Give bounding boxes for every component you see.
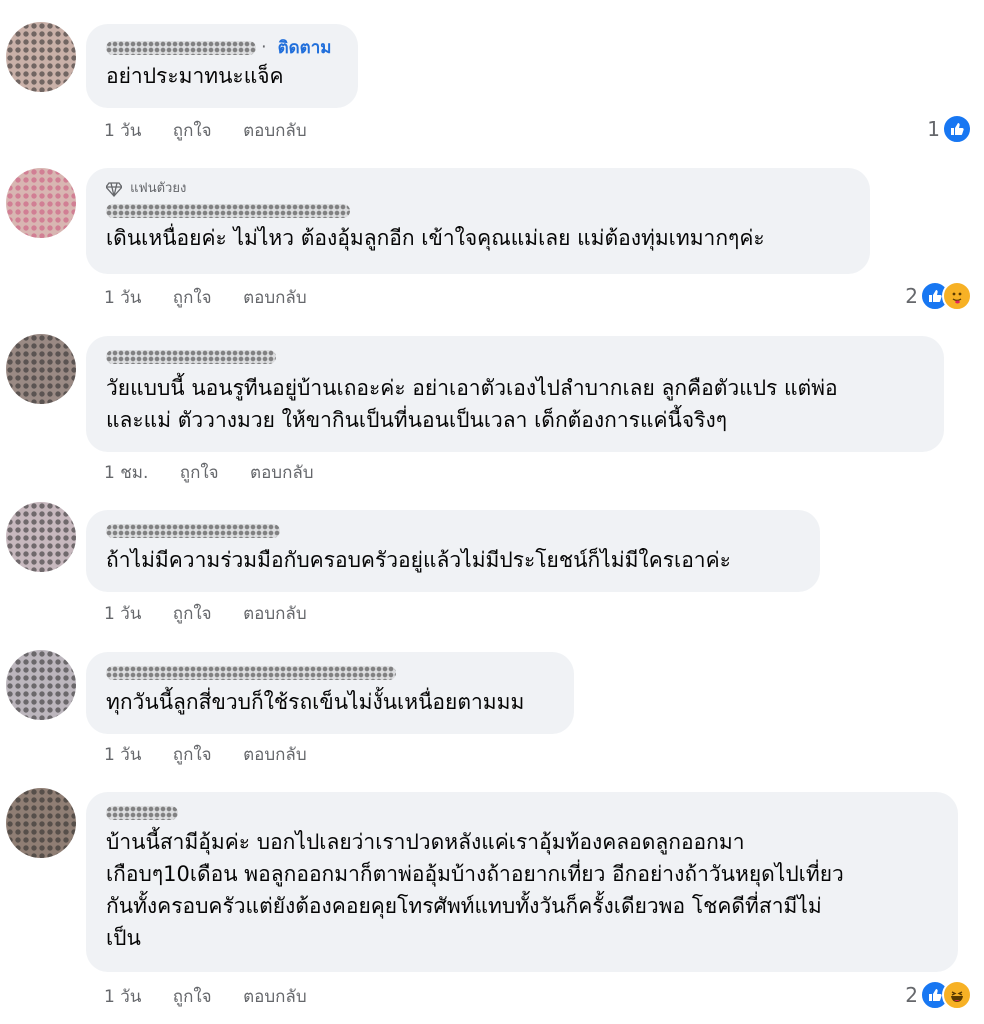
- avatar[interactable]: [6, 22, 76, 92]
- comment-time[interactable]: 1 ชม.: [104, 458, 148, 488]
- like-button[interactable]: ถูกใจ: [173, 116, 212, 146]
- reaction-count: 2: [905, 284, 918, 308]
- like-button[interactable]: ถูกใจ: [173, 283, 212, 313]
- top-fan-badge: แฟนตัวยง: [105, 178, 852, 200]
- badge-label: แฟนตัวยง: [130, 181, 187, 196]
- reaction-summary[interactable]: 2: [905, 281, 972, 311]
- reply-button[interactable]: ตอบกลับ: [243, 599, 307, 629]
- avatar[interactable]: [6, 788, 76, 858]
- comment-actions: 1 วัน ถูกใจ ตอบกลับ: [104, 283, 333, 313]
- like-button[interactable]: ถูกใจ: [180, 458, 219, 488]
- comment-time[interactable]: 1 วัน: [104, 982, 141, 1012]
- diamond-icon: [105, 181, 123, 197]
- comment-time[interactable]: 1 วัน: [104, 599, 141, 629]
- comment-bubble: แฟนตัวยง เดินเหนื่อยค่ะ ไม่ไหว ต้องอุ้มล…: [86, 168, 870, 274]
- avatar[interactable]: [6, 502, 76, 572]
- avatar[interactable]: [6, 650, 76, 720]
- like-icon: [942, 114, 972, 144]
- comment-bubble: ถ้าไม่มีความร่วมมือกับครอบครัวอยู่แล้วไม…: [86, 510, 820, 592]
- like-button[interactable]: ถูกใจ: [173, 740, 212, 770]
- comment-text: ทุกวันนี้ลูกสี่ขวบก็ใช้รถเข็นไม่งั้นเหนื…: [106, 690, 525, 714]
- reply-button[interactable]: ตอบกลับ: [250, 458, 314, 488]
- comment-text: วัยแบบนี้ นอนรูทีนอยู่บ้านเถอะค่ะ อย่าเอ…: [106, 376, 838, 400]
- comment-bubble: บ้านนี้สามีอุ้มค่ะ บอกไปเลยว่าเราปวดหลัง…: [86, 792, 958, 972]
- comment-bubble: วัยแบบนี้ นอนรูทีนอยู่บ้านเถอะค่ะ อย่าเอ…: [86, 336, 944, 452]
- comment-text: และแม่ ตัววางมวย ให้ขากินเป็นที่นอนเป็นเ…: [106, 408, 728, 432]
- comment-text: ถ้าไม่มีความร่วมมือกับครอบครัวอยู่แล้วไม…: [106, 548, 731, 572]
- author-name[interactable]: [106, 40, 256, 55]
- avatar[interactable]: [6, 168, 76, 238]
- like-button[interactable]: ถูกใจ: [173, 982, 212, 1012]
- author-name[interactable]: [106, 805, 178, 820]
- author-name[interactable]: [106, 523, 280, 538]
- comment-text: เกือบๆ10เดือน พอลูกออกมาก็ตาพ่ออุ้มบ้างถ…: [106, 862, 844, 886]
- reply-button[interactable]: ตอบกลับ: [243, 116, 307, 146]
- comment-bubble: · ติดตาม อย่าประมาทนะแจ็ค: [86, 24, 358, 108]
- comment-actions: 1 วัน ถูกใจ ตอบกลับ: [104, 740, 333, 770]
- comment-actions: 1 วัน ถูกใจ ตอบกลับ: [104, 116, 333, 146]
- haha-icon: [942, 980, 972, 1010]
- comment-text: อย่าประมาทนะแจ็ค: [106, 64, 284, 88]
- reaction-count: 1: [927, 117, 940, 141]
- reaction-summary[interactable]: 2: [905, 980, 972, 1010]
- comment-bubble: ทุกวันนี้ลูกสี่ขวบก็ใช้รถเข็นไม่งั้นเหนื…: [86, 652, 574, 734]
- comment-text: กันทั้งครอบครัวแต่ยังต้องคอยคุยโทรศัพท์แ…: [106, 894, 822, 918]
- comment-text: เป็น: [106, 926, 141, 950]
- comment-text: เดินเหนื่อยค่ะ ไม่ไหว ต้องอุ้มลูกอีก เข้…: [106, 226, 765, 250]
- comment-time[interactable]: 1 วัน: [104, 283, 141, 313]
- comment-actions: 1 วัน ถูกใจ ตอบกลับ: [104, 982, 333, 1012]
- reply-button[interactable]: ตอบกลับ: [243, 982, 307, 1012]
- reaction-summary[interactable]: 1: [927, 114, 972, 144]
- avatar[interactable]: [6, 334, 76, 404]
- author-name[interactable]: [106, 349, 276, 364]
- comment-actions: 1 วัน ถูกใจ ตอบกลับ: [104, 599, 333, 629]
- reaction-count: 2: [905, 983, 918, 1007]
- comment-text: บ้านนี้สามีอุ้มค่ะ บอกไปเลยว่าเราปวดหลัง…: [106, 830, 745, 854]
- like-button[interactable]: ถูกใจ: [173, 599, 212, 629]
- comment-actions: 1 ชม. ถูกใจ ตอบกลับ: [104, 458, 340, 488]
- follow-button[interactable]: ติดตาม: [278, 38, 332, 58]
- author-name[interactable]: [106, 203, 350, 218]
- reply-button[interactable]: ตอบกลับ: [243, 740, 307, 770]
- care-icon: [942, 281, 972, 311]
- separator-dot: ·: [261, 37, 267, 58]
- comment-time[interactable]: 1 วัน: [104, 116, 141, 146]
- comment-time[interactable]: 1 วัน: [104, 740, 141, 770]
- reply-button[interactable]: ตอบกลับ: [243, 283, 307, 313]
- author-name[interactable]: [106, 665, 396, 680]
